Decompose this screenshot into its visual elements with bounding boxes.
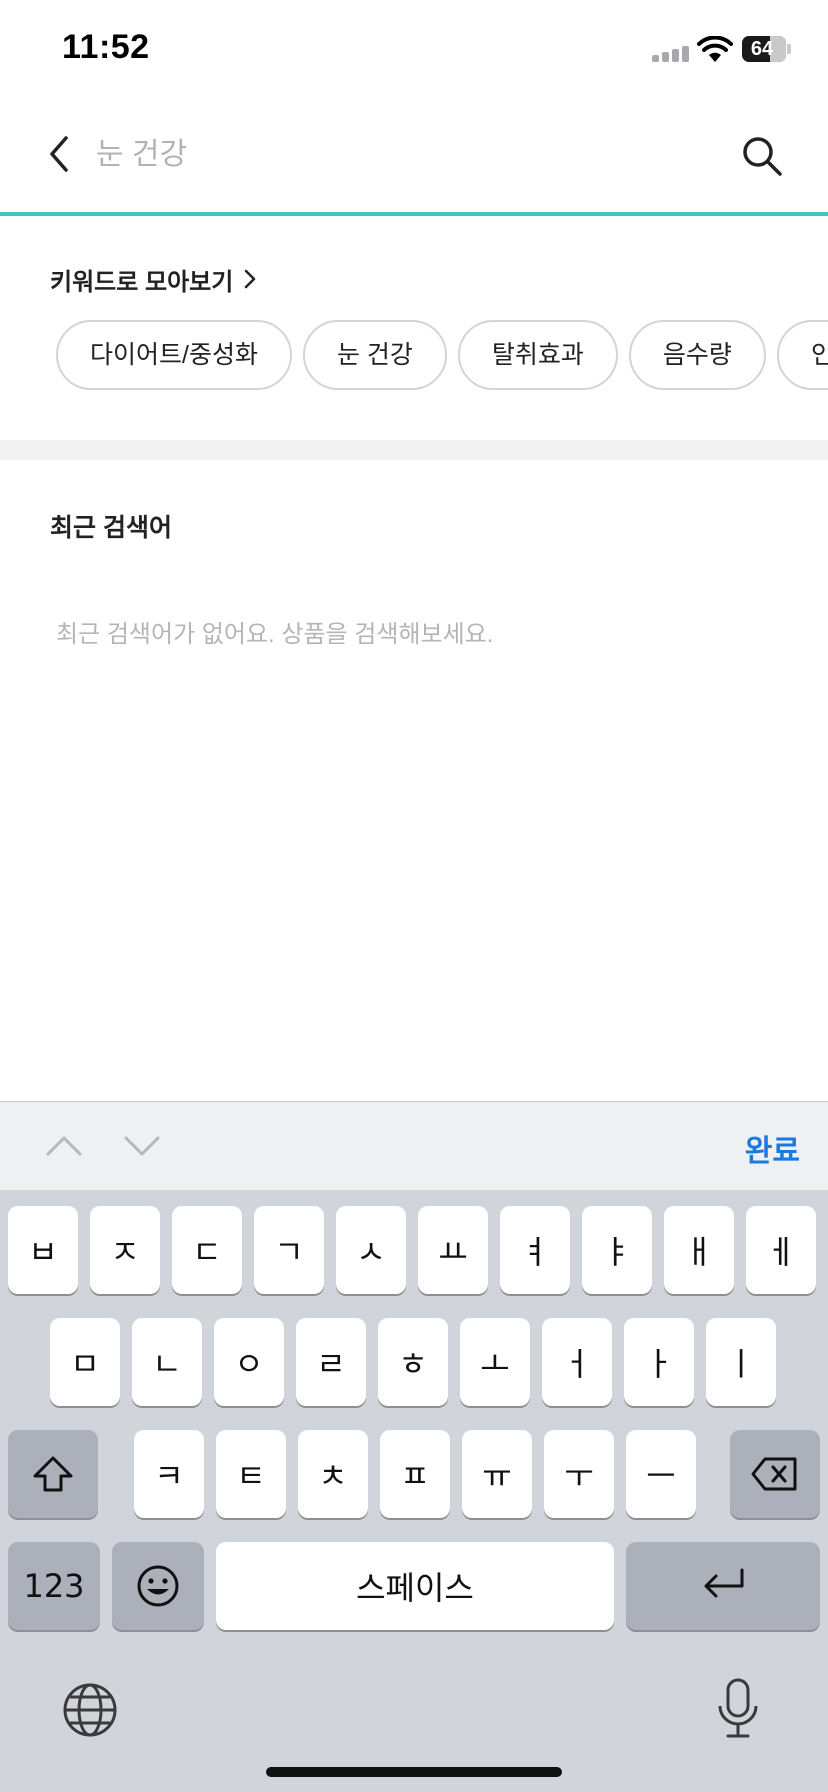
key-ㅈ[interactable]: ㅈ xyxy=(90,1206,160,1294)
key-ㅁ[interactable]: ㅁ xyxy=(50,1318,120,1406)
key-ㅅ[interactable]: ㅅ xyxy=(336,1206,406,1294)
key-ㅐ[interactable]: ㅐ xyxy=(664,1206,734,1294)
key-ㅌ-label: ㅌ xyxy=(236,1457,266,1495)
key-ㅎ[interactable]: ㅎ xyxy=(378,1318,448,1406)
key-ㅊ[interactable]: ㅊ xyxy=(298,1430,368,1518)
keyword-chip[interactable]: 탈취효과 xyxy=(457,320,618,390)
key-ㅠ-label: ㅠ xyxy=(482,1457,512,1495)
chevron-right-icon xyxy=(245,269,256,289)
key-ㅡ[interactable]: ㅡ xyxy=(626,1430,696,1518)
search-input[interactable] xyxy=(96,128,696,182)
key-ㅇ-label: ㅇ xyxy=(234,1345,264,1383)
key-ㅜ-label: ㅜ xyxy=(564,1457,594,1495)
key-ㄴ[interactable]: ㄴ xyxy=(132,1318,202,1406)
key-ㅁ-label: ㅁ xyxy=(70,1345,100,1383)
section-divider xyxy=(0,440,828,460)
key-ㅗ-label: ㅗ xyxy=(480,1345,510,1383)
keyword-section-title: 키워드로 모아보기 xyxy=(50,268,234,296)
done-button[interactable]: 완료 xyxy=(700,1126,800,1170)
numbers-key[interactable]: 123 xyxy=(8,1542,100,1630)
keyboard: ㅂ ㅈ ㄷ ㄱ ㅅ ㅛ ㅕ ㅑ ㅐ ㅔㅁ ㄴ ㅇ ㄹ ㅎ ㅗ ㅓ ㅏ ㅣㅋ ㅌ ㅊ ㅍ ㅠ ㅜ ㅡ 123 스페이스 xyxy=(0,1190,828,1792)
keyboard-accessory-bar: 완료 xyxy=(0,1101,828,1190)
keyword-browse-link[interactable]: 키워드로 모아보기 xyxy=(50,262,257,296)
status-bar: 11:52 64 xyxy=(0,0,828,100)
status-time: 11:52 xyxy=(62,28,150,66)
search-header xyxy=(0,100,828,216)
chevron-down-icon[interactable] xyxy=(122,1132,162,1160)
key-ㅓ[interactable]: ㅓ xyxy=(542,1318,612,1406)
key-ㅔ-label: ㅔ xyxy=(766,1233,796,1271)
key-ㄷ[interactable]: ㄷ xyxy=(172,1206,242,1294)
key-ㅣ[interactable]: ㅣ xyxy=(706,1318,776,1406)
key-ㅌ[interactable]: ㅌ xyxy=(216,1430,286,1518)
keyword-chip[interactable]: 다이어트/중성화 xyxy=(56,320,292,390)
key-ㅜ[interactable]: ㅜ xyxy=(544,1430,614,1518)
shift-icon xyxy=(33,1456,73,1492)
return-key[interactable] xyxy=(626,1542,820,1630)
key-ㅑ-label: ㅑ xyxy=(602,1233,632,1271)
key-ㅗ[interactable]: ㅗ xyxy=(460,1318,530,1406)
recent-searches-title: 최근 검색어 xyxy=(50,514,172,542)
globe-icon[interactable] xyxy=(62,1682,118,1738)
key-ㅋ-label: ㅋ xyxy=(154,1457,184,1495)
key-ㅛ[interactable]: ㅛ xyxy=(418,1206,488,1294)
key-ㅋ[interactable]: ㅋ xyxy=(134,1430,204,1518)
keyword-chip[interactable]: 인테리어 xyxy=(776,320,828,390)
key-ㅍ-label: ㅍ xyxy=(400,1457,430,1495)
key-ㅠ[interactable]: ㅠ xyxy=(462,1430,532,1518)
battery-icon: 64 xyxy=(742,36,791,62)
space-key-label: 스페이스 xyxy=(356,1569,474,1607)
key-ㅍ[interactable]: ㅍ xyxy=(380,1430,450,1518)
recent-searches-empty-message: 최근 검색어가 없어요. 상품을 검색해보세요. xyxy=(56,621,494,648)
key-ㄷ-label: ㄷ xyxy=(192,1233,222,1271)
key-ㅔ[interactable]: ㅔ xyxy=(746,1206,816,1294)
key-ㄴ-label: ㄴ xyxy=(152,1345,182,1383)
home-indicator xyxy=(266,1767,562,1777)
key-ㅈ-label: ㅈ xyxy=(110,1233,140,1271)
return-icon xyxy=(704,1568,744,1598)
cellular-signal-icon xyxy=(652,46,690,62)
key-ㅊ-label: ㅊ xyxy=(318,1457,348,1495)
chevron-up-icon[interactable] xyxy=(44,1132,84,1160)
key-ㄱ[interactable]: ㄱ xyxy=(254,1206,324,1294)
key-ㄹ[interactable]: ㄹ xyxy=(296,1318,366,1406)
keyword-chip[interactable]: 눈 건강 xyxy=(302,320,447,390)
key-ㅑ[interactable]: ㅑ xyxy=(582,1206,652,1294)
emoji-key[interactable] xyxy=(112,1542,204,1630)
key-ㅂ[interactable]: ㅂ xyxy=(8,1206,78,1294)
keyword-chip-list: 다이어트/중성화눈 건강탈취효과음수량인테리어 xyxy=(56,320,828,390)
key-ㅛ-label: ㅛ xyxy=(438,1233,468,1271)
key-ㅎ-label: ㅎ xyxy=(398,1345,428,1383)
key-ㅅ-label: ㅅ xyxy=(356,1233,386,1271)
key-ㅕ[interactable]: ㅕ xyxy=(500,1206,570,1294)
keyword-chip[interactable]: 음수량 xyxy=(628,320,766,390)
back-button[interactable] xyxy=(40,130,80,178)
search-icon[interactable] xyxy=(740,134,784,178)
key-ㅓ-label: ㅓ xyxy=(562,1345,592,1383)
key-ㄹ-label: ㄹ xyxy=(316,1345,346,1383)
battery-level: 64 xyxy=(750,38,774,60)
numbers-key-label: 123 xyxy=(23,1567,85,1605)
emoji-icon xyxy=(137,1565,179,1607)
wifi-icon xyxy=(697,36,733,62)
backspace-icon xyxy=(751,1457,797,1491)
key-ㅣ-label: ㅣ xyxy=(726,1345,756,1383)
key-ㅡ-label: ㅡ xyxy=(646,1457,676,1495)
key-ㅏ[interactable]: ㅏ xyxy=(624,1318,694,1406)
key-ㅇ[interactable]: ㅇ xyxy=(214,1318,284,1406)
key-ㄱ-label: ㄱ xyxy=(274,1233,304,1271)
key-ㅕ-label: ㅕ xyxy=(520,1233,550,1271)
backspace-key[interactable] xyxy=(730,1430,820,1518)
key-ㅐ-label: ㅐ xyxy=(684,1233,714,1271)
space-key[interactable]: 스페이스 xyxy=(216,1542,614,1630)
microphone-icon[interactable] xyxy=(716,1678,760,1740)
key-ㅂ-label: ㅂ xyxy=(28,1233,58,1271)
key-ㅏ-label: ㅏ xyxy=(644,1345,674,1383)
shift-key[interactable] xyxy=(8,1430,98,1518)
